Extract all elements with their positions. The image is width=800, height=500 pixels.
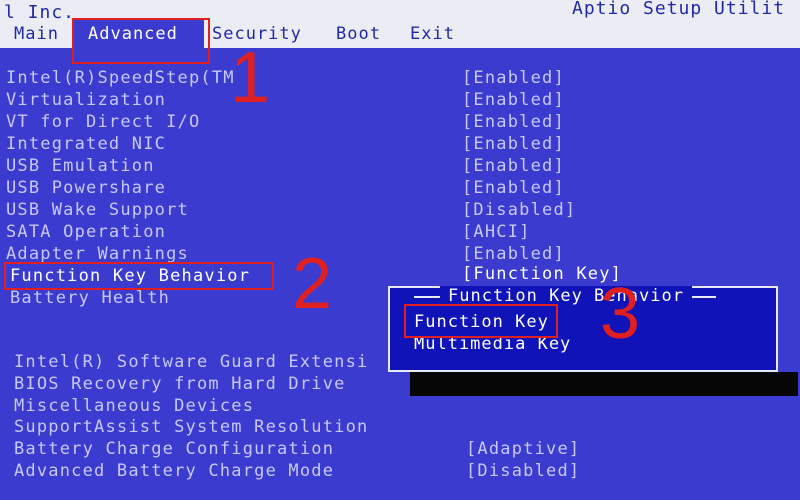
vendor-name: l Inc.	[4, 2, 76, 23]
setting-virtualization[interactable]: Virtualization	[6, 90, 166, 110]
setting-virtualization-value: [Enabled]	[462, 90, 565, 110]
annotation-box-advanced-tab	[72, 18, 210, 64]
setting-speedstep[interactable]: Intel(R)SpeedStep(TM	[6, 68, 235, 88]
setting-adapter-warnings-value: [Enabled]	[462, 244, 565, 264]
tab-main[interactable]: Main	[14, 24, 59, 44]
annotation-number-1: 1	[230, 38, 271, 118]
annotation-number-2: 2	[292, 244, 333, 324]
popup-shadow	[410, 372, 798, 396]
annotation-box-function-key-option	[404, 304, 558, 338]
setting-vt-direct-io-value: [Enabled]	[462, 112, 565, 132]
setting-function-key-behavior-value: [Function Key]	[462, 264, 623, 284]
setting-usb-powershare[interactable]: USB Powershare	[6, 178, 166, 198]
setting-battery-charge-configuration-value: [Adaptive]	[466, 439, 581, 459]
setting-usb-wake-support[interactable]: USB Wake Support	[6, 200, 189, 220]
annotation-box-function-key-behavior	[4, 262, 274, 290]
utility-title: Aptio Setup Utilit	[572, 0, 786, 19]
setting-battery-health[interactable]: Battery Health	[10, 288, 170, 308]
setting-adapter-warnings[interactable]: Adapter Warnings	[6, 244, 189, 264]
setting-integrated-nic-value: [Enabled]	[462, 134, 565, 154]
setting-sata-operation-value: [AHCI]	[462, 222, 531, 242]
tab-boot[interactable]: Boot	[336, 24, 381, 44]
setting-software-guard-extensions[interactable]: Intel(R) Software Guard Extensi	[14, 352, 368, 372]
setting-supportassist-resolution[interactable]: SupportAssist System Resolution	[14, 417, 368, 437]
setting-usb-emulation[interactable]: USB Emulation	[6, 156, 155, 176]
setting-bios-recovery[interactable]: BIOS Recovery from Hard Drive	[14, 374, 346, 394]
setting-usb-wake-support-value: [Disabled]	[462, 200, 577, 220]
setting-integrated-nic[interactable]: Integrated NIC	[6, 134, 166, 154]
setting-advanced-battery-charge-mode-value: [Disabled]	[466, 461, 581, 481]
setting-battery-charge-configuration[interactable]: Battery Charge Configuration	[14, 439, 334, 459]
setting-vt-direct-io[interactable]: VT for Direct I/O	[6, 112, 200, 132]
bios-setup-screen: l Inc. Aptio Setup Utilit Main Advanced …	[0, 0, 800, 500]
setting-usb-powershare-value: [Enabled]	[462, 178, 565, 198]
annotation-number-3: 3	[600, 274, 641, 354]
setting-usb-emulation-value: [Enabled]	[462, 156, 565, 176]
setting-miscellaneous-devices[interactable]: Miscellaneous Devices	[14, 396, 254, 416]
setting-advanced-battery-charge-mode[interactable]: Advanced Battery Charge Mode	[14, 461, 334, 481]
tab-exit[interactable]: Exit	[410, 24, 455, 44]
setting-speedstep-value: [Enabled]	[462, 68, 565, 88]
popup-title: Function Key Behavior	[440, 286, 692, 306]
setting-sata-operation[interactable]: SATA Operation	[6, 222, 166, 242]
